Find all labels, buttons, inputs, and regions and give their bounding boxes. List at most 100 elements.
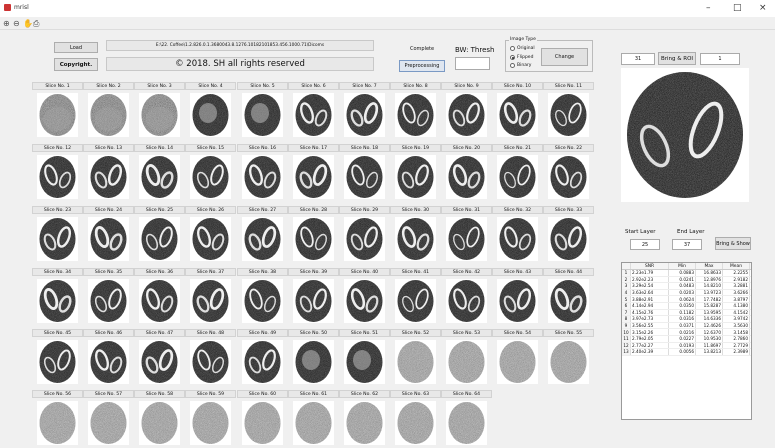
slice-image[interactable] <box>242 155 283 199</box>
slice-thumbnail[interactable]: Slice No. 47 <box>134 329 185 384</box>
table-row[interactable]: 3 3.29e2.54 0.0483 14.8210 3.2881 <box>622 283 751 290</box>
slice-thumbnail[interactable]: Slice No. 45 <box>32 329 83 384</box>
slice-thumbnail[interactable]: Slice No. 58 <box>134 390 185 445</box>
slice-thumbnail[interactable]: Slice No. 9 <box>441 82 492 137</box>
slice-image[interactable] <box>88 155 129 199</box>
column-header[interactable] <box>622 263 631 269</box>
slice-thumbnail[interactable]: Slice No. 44 <box>543 268 594 323</box>
slice-image[interactable] <box>395 340 436 384</box>
slice-thumbnail[interactable]: Slice No. 43 <box>492 268 543 323</box>
slice-thumbnail[interactable]: Slice No. 42 <box>441 268 492 323</box>
slice-image[interactable] <box>190 155 231 199</box>
slice-thumbnail[interactable]: Slice No. 21 <box>492 144 543 199</box>
slice-image[interactable] <box>446 401 487 445</box>
maximize-button[interactable]: □ <box>733 3 742 13</box>
end-layer-input[interactable]: 37 <box>672 239 702 250</box>
bring-roi-button[interactable]: Bring & ROI <box>658 52 696 65</box>
slice-image[interactable] <box>395 155 436 199</box>
slice-image[interactable] <box>190 217 231 261</box>
slice-thumbnail[interactable]: Slice No. 29 <box>339 206 390 261</box>
radio-original[interactable]: Original <box>510 46 535 51</box>
slice-thumbnail[interactable]: Slice No. 49 <box>237 329 288 384</box>
slice-image[interactable] <box>242 279 283 323</box>
slice-image[interactable] <box>548 279 589 323</box>
slice-image[interactable] <box>88 217 129 261</box>
slice-image[interactable] <box>37 401 78 445</box>
slice-thumbnail[interactable]: Slice No. 15 <box>185 144 236 199</box>
pan-icon[interactable]: ✋ <box>23 19 33 28</box>
slice-image[interactable] <box>293 279 334 323</box>
slice-image[interactable] <box>293 340 334 384</box>
slice-image[interactable] <box>139 279 180 323</box>
slice-thumbnail[interactable]: Slice No. 8 <box>390 82 441 137</box>
slice-thumbnail[interactable]: Slice No. 26 <box>185 206 236 261</box>
slice-thumbnail[interactable]: Slice No. 56 <box>32 390 83 445</box>
slice-image[interactable] <box>344 93 385 137</box>
slice-image[interactable] <box>497 217 538 261</box>
slice-thumbnail[interactable]: Slice No. 2 <box>83 82 134 137</box>
slice-thumbnail[interactable]: Slice No. 20 <box>441 144 492 199</box>
table-row[interactable]: 5 3.88e2.91 0.0624 17.7482 3.8797 <box>622 296 751 303</box>
slice-image[interactable] <box>446 155 487 199</box>
slice-thumbnail[interactable]: Slice No. 48 <box>185 329 236 384</box>
slice-thumbnail[interactable]: Slice No. 57 <box>83 390 134 445</box>
slice-image[interactable] <box>446 217 487 261</box>
load-button[interactable]: Load <box>54 42 98 53</box>
table-row[interactable]: 11 2.79e2.05 0.0227 10.9530 2.7860 <box>622 335 751 343</box>
slice-thumbnail[interactable]: Slice No. 55 <box>543 329 594 384</box>
slice-image[interactable] <box>242 340 283 384</box>
slice-thumbnail[interactable]: Slice No. 10 <box>492 82 543 137</box>
slice-image[interactable] <box>497 93 538 137</box>
slice-thumbnail[interactable]: Slice No. 33 <box>543 206 594 261</box>
slice-thumbnail[interactable]: Slice No. 62 <box>339 390 390 445</box>
slice-thumbnail[interactable]: Slice No. 11 <box>543 82 594 137</box>
column-header[interactable]: SNR <box>631 263 669 269</box>
slice-thumbnail[interactable]: Slice No. 46 <box>83 329 134 384</box>
column-header[interactable]: Max <box>696 263 723 269</box>
slice-image[interactable] <box>548 340 589 384</box>
slice-thumbnail[interactable]: Slice No. 17 <box>288 144 339 199</box>
slice-thumbnail[interactable]: Slice No. 4 <box>185 82 236 137</box>
radio-flipped[interactable]: Flipped <box>510 55 533 60</box>
table-row[interactable]: 2 2.92e2.23 0.0241 12.8976 2.9182 <box>622 276 751 284</box>
slice-image[interactable] <box>497 340 538 384</box>
column-header[interactable]: Min <box>669 263 696 269</box>
slice-image[interactable] <box>190 279 231 323</box>
slice-image[interactable] <box>190 93 231 137</box>
bw-thresh-input[interactable] <box>455 57 490 70</box>
slice-thumbnail[interactable]: Slice No. 34 <box>32 268 83 323</box>
slice-image[interactable] <box>395 279 436 323</box>
slice-thumbnail[interactable]: Slice No. 54 <box>492 329 543 384</box>
slice-thumbnail[interactable]: Slice No. 18 <box>339 144 390 199</box>
slice-image[interactable] <box>37 340 78 384</box>
radio-original-dot[interactable] <box>510 46 515 51</box>
slice-thumbnail[interactable]: Slice No. 1 <box>32 82 83 137</box>
slice-image[interactable] <box>242 401 283 445</box>
slice-thumbnail[interactable]: Slice No. 35 <box>83 268 134 323</box>
slice-image[interactable] <box>344 401 385 445</box>
slice-thumbnail[interactable]: Slice No. 53 <box>441 329 492 384</box>
slice-thumbnail[interactable]: Slice No. 16 <box>237 144 288 199</box>
slice-image[interactable] <box>446 279 487 323</box>
slice-thumbnail[interactable]: Slice No. 51 <box>339 329 390 384</box>
slice-thumbnail[interactable]: Slice No. 12 <box>32 144 83 199</box>
column-header[interactable]: Mean <box>723 263 750 269</box>
slice-image[interactable] <box>293 401 334 445</box>
slice-image[interactable] <box>548 217 589 261</box>
table-row[interactable]: 8 3.97e2.73 0.0316 14.6336 3.9742 <box>622 316 751 323</box>
slice-image[interactable] <box>242 217 283 261</box>
change-button[interactable]: Change <box>541 48 588 66</box>
print-icon[interactable]: ⎙ <box>33 19 39 28</box>
slice-thumbnail[interactable]: Slice No. 31 <box>441 206 492 261</box>
slice-image[interactable] <box>344 279 385 323</box>
slice-image[interactable] <box>395 401 436 445</box>
start-layer-input[interactable]: 25 <box>630 239 660 250</box>
table-row[interactable]: 10 3.15e2.26 0.0216 12.6370 3.1458 <box>622 329 751 336</box>
slice-thumbnail[interactable]: Slice No. 41 <box>390 268 441 323</box>
slice-thumbnail[interactable]: Slice No. 38 <box>237 268 288 323</box>
slice-thumbnail[interactable]: Slice No. 50 <box>288 329 339 384</box>
snr-stats-table[interactable]: SNR Min Max Mean 1 2.23e1.79 0.0883 16.8633 2.22… <box>621 262 752 420</box>
table-row[interactable]: 7 4.15e2.76 0.1182 13.9595 4.1542 <box>622 309 751 317</box>
slice-image[interactable] <box>395 217 436 261</box>
radio-flipped-dot[interactable] <box>510 55 515 60</box>
